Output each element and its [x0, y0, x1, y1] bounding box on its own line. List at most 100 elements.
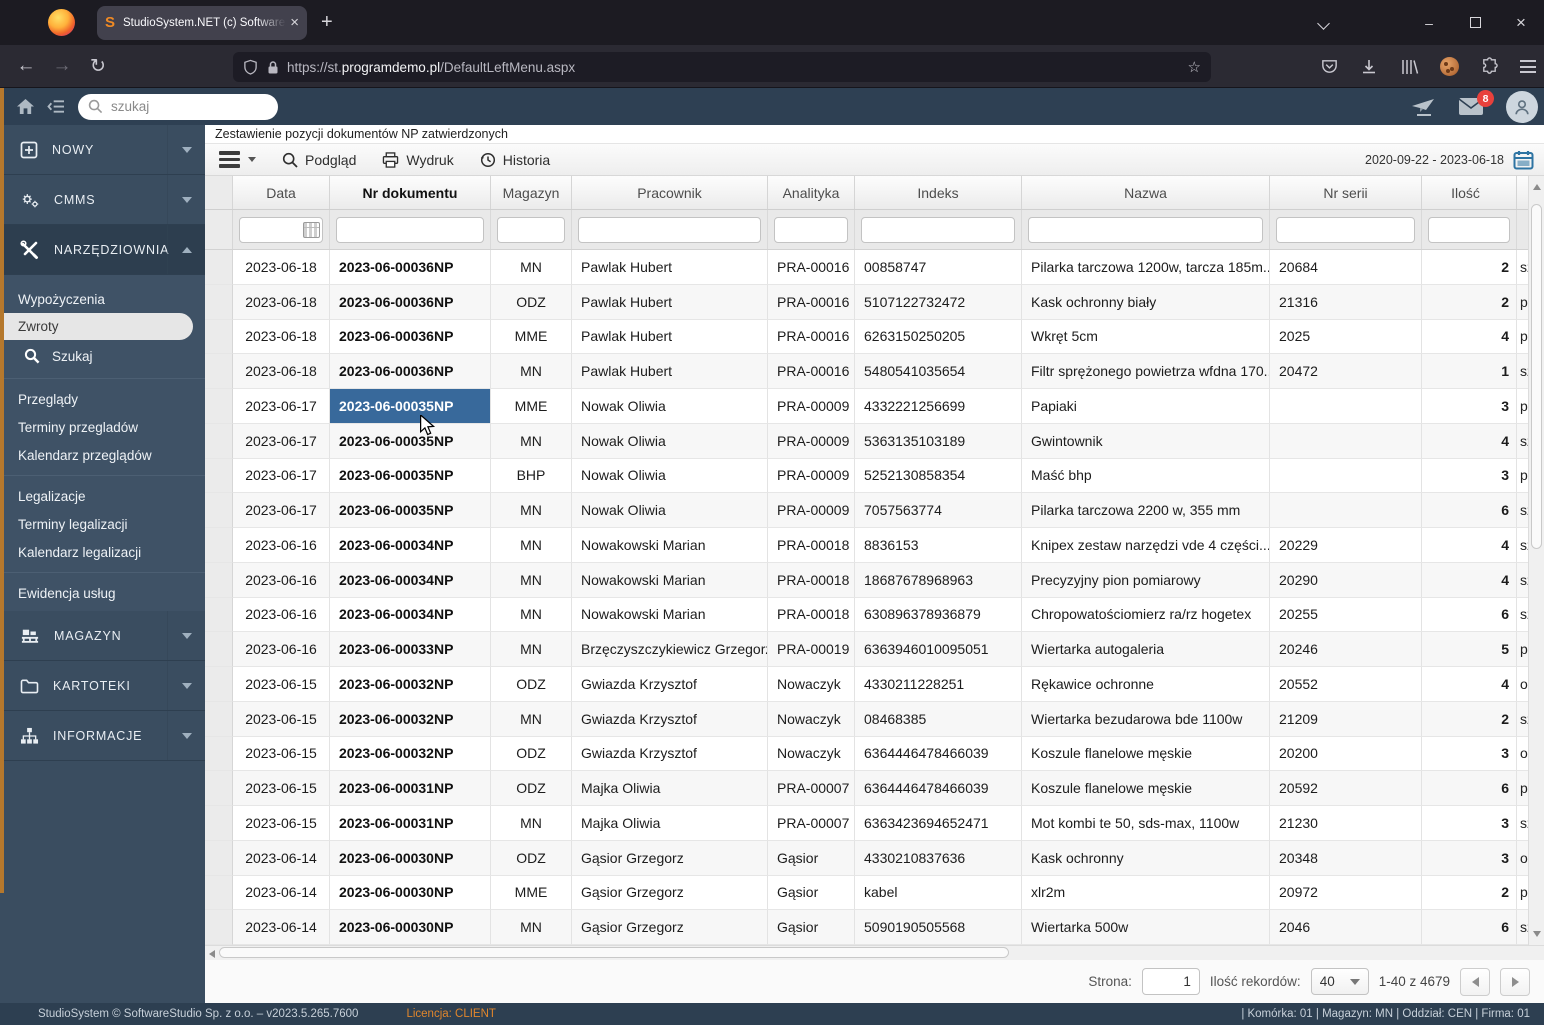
- cell-date[interactable]: 2023-06-15: [233, 806, 330, 841]
- cell-ser[interactable]: 20255: [1270, 597, 1422, 633]
- cell-idx[interactable]: 5363135103189: [855, 423, 1022, 459]
- cell-unit[interactable]: szt: [1517, 910, 1528, 945]
- cell-date[interactable]: 2023-06-17: [233, 493, 330, 528]
- cell-doc[interactable]: 2023-06-00033NP: [330, 632, 491, 667]
- cell-doc[interactable]: 2023-06-00032NP: [330, 667, 491, 702]
- table-row[interactable]: 2023-06-17 2023-06-00035NP MN Nowak Oliwia P…: [205, 423, 1544, 459]
- cell-unit[interactable]: para: [1517, 389, 1528, 424]
- cell-doc[interactable]: 2023-06-00032NP: [330, 736, 491, 772]
- cell-ana[interactable]: PRA-00016: [768, 319, 855, 355]
- cell-qty[interactable]: 1: [1422, 354, 1517, 389]
- chevron-down-icon[interactable]: [167, 661, 205, 710]
- filter-indeks-input[interactable]: [861, 216, 1015, 243]
- shield-icon[interactable]: [243, 59, 258, 75]
- cell-qty[interactable]: 4: [1422, 667, 1517, 702]
- sidebar-item-informacje[interactable]: INFORMACJE: [4, 711, 205, 761]
- cell-mag[interactable]: ODZ: [491, 840, 572, 876]
- cell-unit[interactable]: szt: [1517, 528, 1528, 563]
- row-indicator[interactable]: [205, 701, 233, 737]
- cell-doc[interactable]: 2023-06-00036NP: [330, 319, 491, 355]
- cell-emp[interactable]: Nowak Oliwia: [572, 423, 768, 459]
- row-indicator[interactable]: [205, 354, 233, 389]
- cell-ser[interactable]: 20246: [1270, 632, 1422, 667]
- cell-ser[interactable]: [1270, 493, 1422, 528]
- row-indicator[interactable]: [205, 806, 233, 841]
- cell-doc[interactable]: 2023-06-00035NP: [330, 423, 491, 459]
- browser-tab[interactable]: S StudioSystem.NET (c) SoftwareS ×: [97, 5, 307, 40]
- chevron-down-icon[interactable]: [167, 125, 205, 174]
- cell-ser[interactable]: 20200: [1270, 736, 1422, 772]
- cell-idx[interactable]: 6263150250205: [855, 319, 1022, 355]
- sidebar-subitem-przeglądy[interactable]: Przeglądy: [4, 385, 205, 413]
- cell-qty[interactable]: 2: [1422, 284, 1517, 320]
- cell-doc[interactable]: 2023-06-00034NP: [330, 562, 491, 598]
- cell-mag[interactable]: MN: [491, 701, 572, 737]
- cell-name[interactable]: Wiertarka bezudarowa bde 1100w: [1022, 701, 1270, 737]
- column-header-ilosc[interactable]: Ilość: [1422, 176, 1517, 209]
- address-bar[interactable]: https://st.programdemo.pl/DefaultLeftMen…: [233, 52, 1211, 82]
- table-row[interactable]: 2023-06-18 2023-06-00036NP ODZ Pawlak Huber…: [205, 284, 1544, 320]
- cell-idx[interactable]: 4330211228251: [855, 667, 1022, 702]
- chevron-up-icon[interactable]: [167, 225, 205, 274]
- cell-ser[interactable]: 20684: [1270, 250, 1422, 285]
- sidebar-item-cmms[interactable]: CMMS: [4, 175, 205, 225]
- sidebar-item-nowy[interactable]: NOWY: [4, 125, 205, 175]
- cell-qty[interactable]: 3: [1422, 840, 1517, 876]
- filter-pracownik-input[interactable]: [578, 216, 761, 243]
- cell-emp[interactable]: Pawlak Hubert: [572, 354, 768, 389]
- cell-emp[interactable]: Pawlak Hubert: [572, 284, 768, 320]
- cell-name[interactable]: Kask ochronny: [1022, 840, 1270, 876]
- sidebar-item-kartoteki[interactable]: KARTOTEKI: [4, 661, 205, 711]
- indent-icon[interactable]: [47, 99, 66, 114]
- cell-unit[interactable]: szt: [1517, 250, 1528, 285]
- row-indicator[interactable]: [205, 493, 233, 528]
- cell-unit[interactable]: szt: [1517, 806, 1528, 841]
- sidebar-subitem-terminy-przegladów[interactable]: Terminy przegladów: [4, 413, 205, 441]
- sidebar-subitem-zwroty[interactable]: Zwroty: [4, 313, 193, 340]
- filter-nr-serii-input[interactable]: [1276, 216, 1415, 243]
- chevron-down-icon[interactable]: [167, 711, 205, 760]
- table-row[interactable]: 2023-06-17 2023-06-00035NP MN Nowak Oliwia P…: [205, 493, 1544, 528]
- cell-date[interactable]: 2023-06-17: [233, 423, 330, 459]
- table-row[interactable]: 2023-06-18 2023-06-00036NP MME Pawlak Huber…: [205, 319, 1544, 355]
- cell-emp[interactable]: Gwiazda Krzysztof: [572, 701, 768, 737]
- home-icon[interactable]: [16, 98, 35, 115]
- cell-name[interactable]: Papiaki: [1022, 389, 1270, 424]
- cell-date[interactable]: 2023-06-16: [233, 597, 330, 633]
- cell-date[interactable]: 2023-06-16: [233, 562, 330, 598]
- cell-name[interactable]: Pilarka tarczowa 2200 w, 355 mm: [1022, 493, 1270, 528]
- cell-idx[interactable]: 6364446478466039: [855, 771, 1022, 806]
- cell-ser[interactable]: 21209: [1270, 701, 1422, 737]
- cell-ser[interactable]: [1270, 423, 1422, 459]
- sidebar-item-magazyn[interactable]: MAGAZYN: [4, 611, 205, 661]
- cell-emp[interactable]: Nowakowski Marian: [572, 562, 768, 598]
- cell-date[interactable]: 2023-06-14: [233, 910, 330, 945]
- table-row[interactable]: 2023-06-16 2023-06-00034NP MN Nowakowski Ma…: [205, 528, 1544, 563]
- cell-mag[interactable]: MN: [491, 806, 572, 841]
- cell-unit[interactable]: para: [1517, 320, 1528, 355]
- cell-qty[interactable]: 6: [1422, 910, 1517, 945]
- bookmark-star-icon[interactable]: ☆: [1188, 58, 1201, 76]
- sidebar-subitem-ewidencja-usług[interactable]: Ewidencja usług: [4, 579, 205, 607]
- cell-emp[interactable]: Majka Oliwia: [572, 806, 768, 841]
- table-row[interactable]: 2023-06-15 2023-06-00031NP MN Majka Oliwia P…: [205, 806, 1544, 841]
- cell-ana[interactable]: PRA-00007: [768, 771, 855, 806]
- pocket-icon[interactable]: [1320, 57, 1339, 76]
- table-row[interactable]: 2023-06-15 2023-06-00032NP ODZ Gwiazda Krzy…: [205, 736, 1544, 772]
- cell-qty[interactable]: 6: [1422, 597, 1517, 633]
- cell-emp[interactable]: Brzęczyszczykiewicz Grzegorz: [572, 632, 768, 667]
- cell-ana[interactable]: Gąsior: [768, 910, 855, 945]
- table-row[interactable]: 2023-06-18 2023-06-00036NP MN Pawlak Hubert…: [205, 250, 1544, 285]
- cell-qty[interactable]: 3: [1422, 458, 1517, 494]
- cell-unit[interactable]: szt: [1517, 354, 1528, 389]
- cell-emp[interactable]: Gąsior Grzegorz: [572, 875, 768, 911]
- cell-mag[interactable]: MN: [491, 528, 572, 563]
- account-avatar-icon[interactable]: [1440, 57, 1459, 76]
- column-header-nr-dokumentu[interactable]: Nr dokumentu: [330, 176, 491, 209]
- cell-emp[interactable]: Pawlak Hubert: [572, 250, 768, 285]
- forward-button[interactable]: →: [44, 55, 80, 77]
- cell-unit[interactable]: para: [1517, 285, 1528, 320]
- cell-doc[interactable]: 2023-06-00031NP: [330, 771, 491, 806]
- cell-name[interactable]: Wiertarka 500w: [1022, 910, 1270, 945]
- cell-ana[interactable]: PRA-00009: [768, 389, 855, 424]
